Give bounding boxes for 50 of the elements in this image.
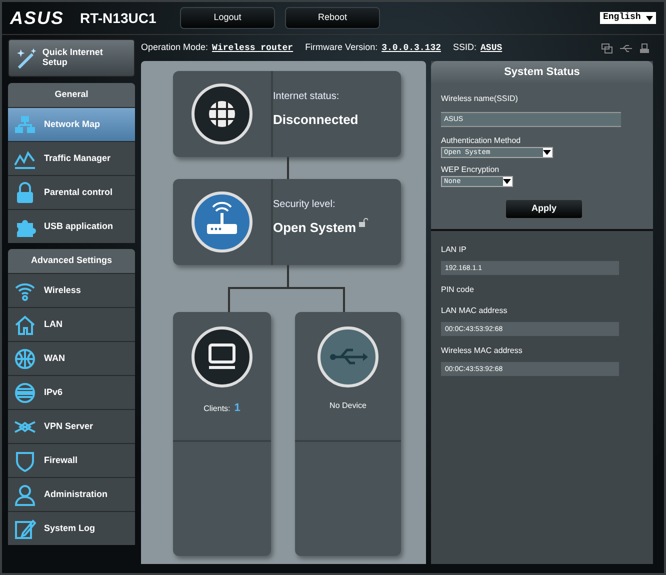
info-label: Firmware Version: [305,42,378,52]
status-label: Security level: [273,198,336,212]
info-label: PIN code [441,284,475,296]
padlock-icon [359,218,368,227]
info-label: LAN IP [441,244,468,256]
globe-icon [191,83,253,145]
info-label: SSID: [453,42,477,52]
status-label: Internet status: [273,90,340,104]
quick-setup-button[interactable]: Quick Internet Setup [8,39,135,77]
usb-status: No Device [330,400,366,412]
notepad-icon [14,518,36,540]
house-icon [14,314,36,336]
model-name: RT-N13UC1 [80,8,158,28]
header-button[interactable]: Reboot [285,7,380,29]
shield-icon [14,450,36,472]
info-link[interactable]: Wireless router [212,42,294,53]
network-icon [14,114,36,136]
clients-label: Clients: [204,404,230,413]
language-select[interactable]: English [600,12,656,24]
menu-section-heading: General [8,83,135,107]
apply-button[interactable]: Apply [505,199,583,219]
router-icon [191,191,253,253]
security-level-value: Open System [273,220,356,235]
panel-title: System Status [431,61,653,83]
info-link[interactable]: ASUS [480,42,502,53]
printer-icon [639,42,650,54]
field-label: WEP Encryption [441,164,500,176]
info-label: LAN MAC address [441,305,508,317]
info-link[interactable]: 3.0.0.3.132 [382,42,442,53]
usb-icon [317,326,379,388]
usb-icon [619,42,633,54]
caret-icon [543,150,551,155]
internet-status-value: Disconnected [273,112,358,127]
field-label: Wireless name(SSID) [441,93,519,105]
caret-icon [503,179,511,184]
field-label: Authentication Method [441,135,522,147]
monitor-icon [601,42,613,54]
magic-wand-icon [15,46,38,70]
globe-icon [14,348,36,370]
info-label: Wireless MAC address [441,345,524,357]
globe-icon [14,382,36,404]
person-icon [14,484,36,506]
menu-section-heading: Advanced Settings [8,249,135,273]
brand-logo: ASUS [10,6,66,30]
info-label: Operation Mode: [141,42,208,52]
clients-count: 1 [234,402,240,414]
monitor-icon [191,326,253,388]
caret-icon [646,16,653,20]
padlock-icon [14,182,36,204]
header-button[interactable]: Logout [180,7,275,29]
